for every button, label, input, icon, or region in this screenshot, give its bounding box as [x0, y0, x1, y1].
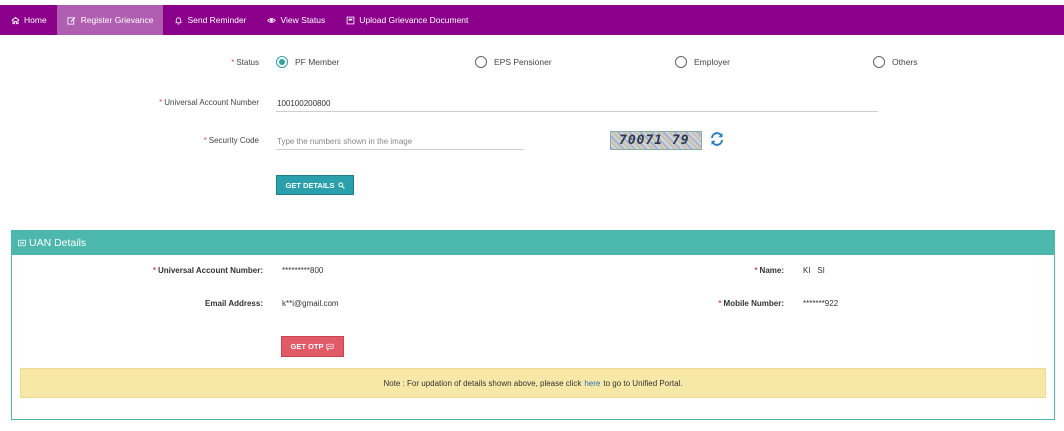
status-option-pf-member[interactable]: PF Member: [276, 56, 339, 68]
note-text-prefix: Note : For updation of details shown abo…: [383, 378, 582, 388]
detail-name-label: * Name:: [754, 266, 784, 275]
list-icon: [18, 239, 26, 247]
get-details-label: GET DETAILS: [285, 180, 335, 190]
detail-name-value: KI SI: [803, 266, 825, 275]
refresh-captcha-icon[interactable]: [709, 131, 725, 147]
status-label: * Status: [231, 58, 259, 67]
edit-icon: [67, 15, 77, 25]
status-option-others[interactable]: Others: [873, 56, 918, 68]
status-option-eps-pensioner[interactable]: EPS Pensioner: [475, 56, 552, 68]
captcha-image: 70071 79: [610, 131, 702, 150]
radio-unselected-icon: [873, 56, 885, 68]
uan-details-header: UAN Details: [12, 231, 1054, 255]
nav-send-reminder[interactable]: Send Reminder: [163, 5, 256, 35]
required-marker: *: [718, 299, 722, 308]
nav-send-reminder-label: Send Reminder: [187, 15, 247, 25]
status-option-label: Employer: [694, 57, 730, 67]
nav-view-status[interactable]: View Status: [257, 5, 336, 35]
nav-home-label: Home: [24, 15, 47, 25]
required-marker: *: [152, 266, 156, 275]
required-marker: *: [754, 266, 758, 275]
radio-unselected-icon: [675, 56, 687, 68]
uan-input[interactable]: [276, 96, 878, 112]
note-here-link[interactable]: here: [584, 379, 600, 388]
detail-email-value: k**i@gmail.com: [282, 299, 339, 308]
nav-register-grievance[interactable]: Register Grievance: [56, 5, 164, 35]
detail-mobile-value: *******922: [803, 299, 839, 308]
bell-icon: [173, 15, 183, 25]
detail-mobile-label: * Mobile Number:: [718, 299, 784, 308]
detail-uan-value: *********800: [282, 266, 324, 275]
get-otp-label: GET OTP: [290, 342, 324, 351]
nav-register-grievance-label: Register Grievance: [80, 15, 154, 25]
required-marker: *: [159, 98, 163, 107]
nav-upload-grievance-document[interactable]: Upload Grievance Document: [335, 5, 478, 35]
required-marker: *: [231, 58, 235, 67]
top-navbar: Home Register Grievance Send Reminder Vi…: [0, 5, 1064, 35]
security-code-label: * Security Code: [203, 136, 259, 145]
nav-upload-grievance-document-label: Upload Grievance Document: [359, 15, 469, 25]
security-code-input[interactable]: [276, 134, 524, 150]
search-icon: [337, 181, 345, 189]
eye-icon: [267, 15, 277, 25]
radio-unselected-icon: [475, 56, 487, 68]
status-option-label: Others: [892, 57, 918, 67]
captcha-text: 70071 79: [619, 133, 690, 148]
sms-icon: [326, 343, 335, 351]
radio-selected-icon: [276, 56, 288, 68]
required-marker: *: [203, 136, 207, 145]
uan-label: * Universal Account Number: [159, 98, 259, 107]
status-option-employer[interactable]: Employer: [675, 56, 730, 68]
nav-home[interactable]: Home: [0, 5, 57, 35]
detail-email-label: Email Address:: [205, 299, 263, 308]
note-banner: Note : For updation of details shown abo…: [20, 368, 1046, 398]
detail-uan-label: * Universal Account Number:: [152, 266, 263, 275]
get-otp-button[interactable]: GET OTP: [281, 336, 344, 357]
note-text-suffix: to go to Unified Portal.: [603, 378, 683, 388]
status-option-label: PF Member: [295, 57, 340, 67]
status-option-label: EPS Pensioner: [494, 57, 552, 67]
upload-doc-icon: [345, 15, 355, 25]
nav-view-status-label: View Status: [280, 15, 326, 25]
get-details-button[interactable]: GET DETAILS: [276, 175, 354, 195]
home-icon: [10, 15, 20, 25]
uan-details-title: UAN Details: [29, 237, 87, 249]
